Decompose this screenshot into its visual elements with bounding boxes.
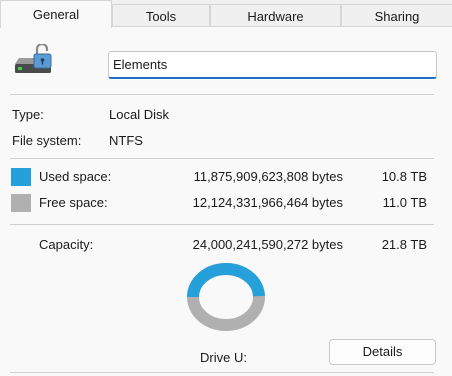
drive-name-input[interactable] <box>108 51 437 79</box>
tab-hardware[interactable]: Hardware <box>210 4 341 27</box>
used-space-label: Used space: <box>39 169 112 184</box>
tab-general[interactable]: General <box>0 0 112 28</box>
free-space-label: Free space: <box>39 195 108 210</box>
free-space-swatch <box>11 194 31 212</box>
drive-letter-label: Drive U: <box>200 350 247 365</box>
separator <box>10 94 434 95</box>
used-space-swatch <box>11 168 31 186</box>
file-system-label: File system: <box>12 133 82 148</box>
separator <box>10 372 434 373</box>
free-space-size: 11.0 TB <box>382 195 427 210</box>
unlocked-drive-icon <box>15 44 52 73</box>
used-space-size: 10.8 TB <box>381 169 427 184</box>
used-space-bytes: 11,875,909,623,808 bytes <box>193 169 343 184</box>
capacity-bytes: 24,000,241,590,272 bytes <box>192 237 343 252</box>
usage-donut-chart <box>187 263 265 331</box>
tab-sharing[interactable]: Sharing <box>341 4 452 27</box>
type-label: Type: <box>12 107 44 122</box>
file-system-value: NTFS <box>109 133 143 148</box>
free-space-bytes: 12,124,331,966,464 bytes <box>192 195 343 210</box>
tab-strip: General Tools Hardware Sharing <box>0 0 452 28</box>
capacity-size: 21.8 TB <box>381 237 427 252</box>
tab-tools[interactable]: Tools <box>112 4 210 27</box>
capacity-label: Capacity: <box>39 237 94 252</box>
separator <box>10 224 434 225</box>
details-button[interactable]: Details <box>329 339 436 365</box>
type-value: Local Disk <box>109 107 169 122</box>
used-space-arc <box>187 263 265 298</box>
separator <box>10 158 434 159</box>
